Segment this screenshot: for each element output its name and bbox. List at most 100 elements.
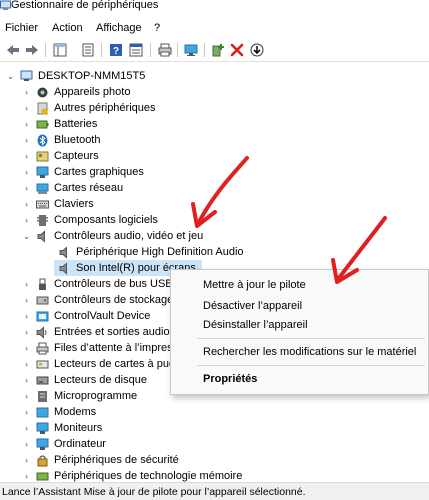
device-label: Périphérique High Definition Audio [76, 246, 244, 258]
tree-category[interactable]: › Composants logiciels [22, 212, 158, 228]
category-label: Contrôleurs de bus USB [54, 278, 173, 290]
tree-category[interactable]: › Capteurs [22, 148, 99, 164]
chevron-right-icon[interactable]: › [22, 164, 31, 180]
download-icon[interactable] [249, 42, 265, 58]
tree-category[interactable]: › Cartes réseau [22, 180, 123, 196]
chevron-right-icon[interactable]: › [22, 420, 31, 436]
menu-scan-hardware[interactable]: Rechercher les modifications sur le maté… [203, 346, 416, 358]
disk-drive-icon [36, 376, 49, 384]
tree-category-audio[interactable]: ⌄ Contrôleurs audio, vidéo et jeu [22, 228, 203, 244]
chevron-right-icon[interactable]: › [22, 84, 31, 100]
tree-category[interactable]: › Lecteurs de cartes à puce [22, 356, 181, 372]
tree-category[interactable]: › Périphériques de sécurité [22, 452, 179, 468]
title-bar: Gestionnaire de périphériques [0, 0, 429, 14]
sensor-icon [36, 151, 49, 161]
category-label: Bluetooth [54, 134, 101, 146]
device-manager-icon [0, 0, 11, 10]
smart-card-reader-icon [36, 360, 49, 368]
toolbar-separator [150, 43, 151, 57]
tree-category[interactable]: › Moniteurs [22, 420, 102, 436]
chevron-down-icon[interactable]: ⌄ [6, 68, 15, 84]
chevron-right-icon[interactable]: › [22, 436, 31, 452]
tree-category[interactable]: › Périphériques de technologie mémoire [22, 468, 242, 482]
menu-properties[interactable]: Propriétés [203, 373, 257, 385]
tree-category[interactable]: › Claviers [22, 196, 94, 212]
speaker-icon [59, 245, 67, 259]
tree-category[interactable]: › Cartes graphiques [22, 164, 144, 180]
category-label: Périphériques de sécurité [54, 454, 179, 466]
keyboard-icon [36, 200, 49, 208]
battery-icon [36, 120, 49, 128]
chevron-right-icon[interactable]: › [22, 372, 31, 388]
security-device-icon [37, 454, 48, 466]
menu-update-driver[interactable]: Mettre à jour le pilote [203, 279, 306, 291]
chevron-right-icon[interactable]: › [22, 276, 31, 292]
back-icon[interactable] [5, 42, 21, 58]
category-label: Modems [54, 406, 97, 418]
chevron-right-icon[interactable]: › [22, 308, 31, 324]
tree-category[interactable]: › Modems [22, 404, 96, 420]
chevron-right-icon[interactable]: › [22, 116, 31, 132]
menu-separator [197, 338, 425, 339]
menu-fichier[interactable]: Fichier [5, 22, 38, 34]
tree-category[interactable]: › Batteries [22, 116, 97, 132]
menu-uninstall-device[interactable]: Désinstaller l’appareil [203, 319, 308, 331]
chevron-right-icon[interactable]: › [22, 468, 31, 482]
chevron-right-icon[interactable]: › [22, 148, 31, 164]
tree-category[interactable]: › Bluetooth [22, 132, 100, 148]
menu-disable-device[interactable]: Désactiver l’appareil [203, 300, 302, 312]
category-label: ControlVault Device [54, 310, 151, 322]
unknown-device-icon [37, 102, 48, 114]
help-icon[interactable]: ? [108, 42, 124, 58]
chevron-right-icon[interactable]: › [22, 292, 31, 308]
chevron-right-icon[interactable]: › [22, 340, 31, 356]
chevron-right-icon[interactable]: › [22, 356, 31, 372]
memory-technology-icon [36, 472, 49, 480]
chevron-right-icon[interactable]: › [22, 452, 31, 468]
chevron-right-icon[interactable]: › [22, 196, 31, 212]
chevron-right-icon[interactable]: › [22, 132, 31, 148]
root-label: DESKTOP-NMM15T5 [38, 70, 146, 82]
chevron-down-icon[interactable]: ⌄ [22, 228, 31, 244]
chevron-right-icon[interactable]: › [22, 324, 31, 340]
chevron-right-icon[interactable]: › [22, 404, 31, 420]
tree-category[interactable]: › Autres périphériques [22, 100, 156, 116]
forward-icon[interactable] [24, 42, 40, 58]
tree-category[interactable]: › Ordinateur [22, 436, 106, 452]
category-label: Autres périphériques [54, 102, 156, 114]
monitor-icon[interactable] [183, 42, 199, 58]
tree-view-icon[interactable] [52, 42, 68, 58]
toolbar-separator [204, 43, 205, 57]
tree-category[interactable]: › Contrôleurs de stockage [22, 292, 173, 308]
print-icon[interactable] [157, 42, 173, 58]
tree-category[interactable]: › Appareils photo [22, 84, 130, 100]
chevron-right-icon[interactable]: › [22, 388, 31, 404]
network-adapter-icon [36, 183, 49, 194]
category-label: Périphériques de technologie mémoire [54, 470, 243, 482]
uninstall-x-icon[interactable] [229, 42, 245, 58]
svg-text:?: ? [113, 46, 119, 57]
tree-root[interactable]: ⌄ DESKTOP-NMM15T5 [6, 68, 145, 84]
properties-icon[interactable] [80, 42, 96, 58]
chevron-right-icon[interactable]: › [22, 180, 31, 196]
tree-category[interactable]: › Contrôleurs de bus USB [22, 276, 173, 292]
tree-category[interactable]: › Lecteurs de disque [22, 372, 147, 388]
category-label: Composants logiciels [54, 214, 158, 226]
computer-icon [36, 438, 49, 450]
tree-category[interactable]: › Microprogramme [22, 388, 137, 404]
tree-category[interactable]: › Files d’attente à l’impres [22, 340, 173, 356]
chevron-right-icon[interactable]: › [22, 212, 31, 228]
context-menu: Mettre à jour le pilote Désactiver l’app… [170, 269, 429, 395]
tree-category[interactable]: › Entrées et sorties audio [22, 324, 170, 340]
tree-device[interactable]: Périphérique High Definition Audio [58, 244, 244, 260]
menu-affichage[interactable]: Affichage [96, 22, 142, 34]
menu-help[interactable]: ? [154, 22, 160, 34]
tree-category[interactable]: › ControlVault Device [22, 308, 150, 324]
category-label: Cartes réseau [54, 182, 124, 194]
details-icon[interactable] [128, 42, 144, 58]
firmware-icon [38, 390, 47, 402]
chevron-right-icon[interactable]: › [22, 100, 31, 116]
software-component-icon [37, 214, 48, 226]
add-driver-icon[interactable] [210, 42, 226, 58]
menu-action[interactable]: Action [52, 22, 83, 34]
